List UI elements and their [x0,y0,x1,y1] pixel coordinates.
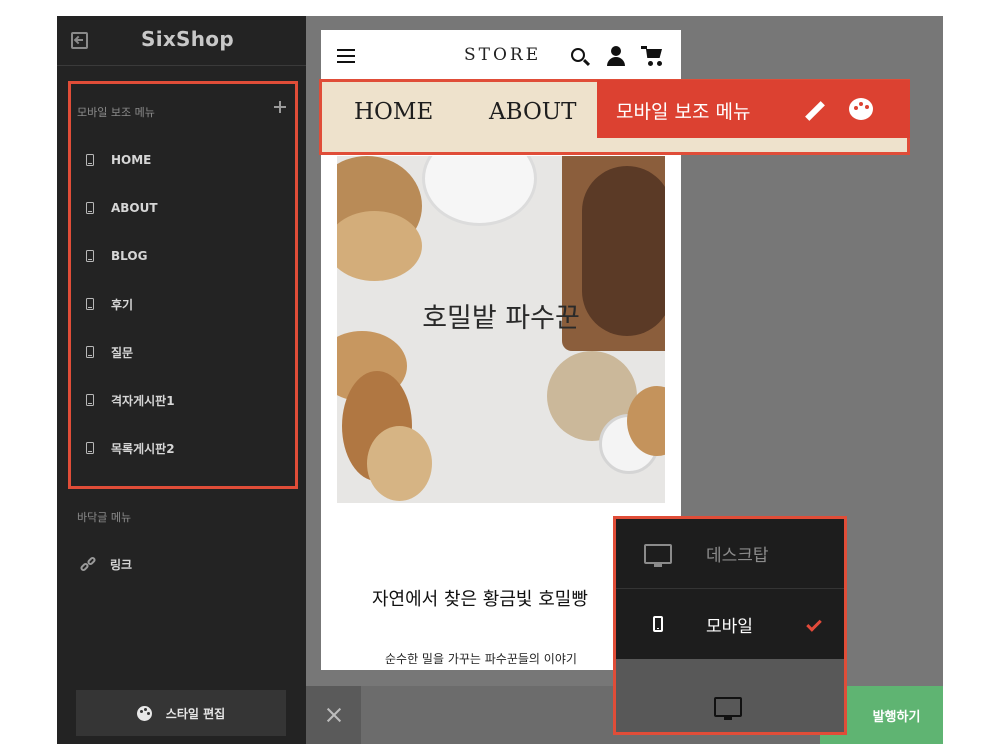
palette-icon [136,705,152,721]
exit-editor-icon[interactable] [71,32,88,49]
style-edit-label: 스타일 편집 [165,706,226,721]
hero-image: 호밀밭 파수꾼 [337,156,665,503]
search-icon[interactable] [571,48,585,62]
close-button[interactable] [306,686,361,744]
pencil-icon[interactable] [802,100,828,122]
palette-icon[interactable] [849,98,873,120]
hamburger-menu-icon[interactable] [337,49,355,63]
hero-title: 호밀밭 파수꾼 [422,303,580,334]
link-icon [79,555,97,573]
cart-icon[interactable] [641,45,665,67]
sub-menu-highlight [68,81,298,489]
tooltip-label: 모바일 보조 메뉴 [616,101,751,123]
menu-item-label: 링크 [110,557,133,572]
sixshop-logo: SixShop [141,27,234,51]
preview-header: STORE [321,30,681,82]
footer-menu-item-link[interactable]: 링크 [77,552,277,576]
style-edit-button[interactable]: 스타일 편집 [76,690,286,736]
store-name: STORE [464,45,542,65]
subtitle: 순수한 밀을 가꾸는 파수꾼들의 이야기 [385,652,577,666]
sub-menu-tooltip: 모바일 보조 메뉴 [597,80,910,138]
publish-label: 발행하기 [872,709,921,725]
tagline: 자연에서 찾은 황금빛 호밀빵 [372,589,588,610]
user-icon[interactable] [606,46,626,66]
footer-menu-section-title: 바닥글 메뉴 [77,511,132,524]
sidebar-header: SixShop [57,16,306,66]
device-menu-highlight [613,516,847,735]
